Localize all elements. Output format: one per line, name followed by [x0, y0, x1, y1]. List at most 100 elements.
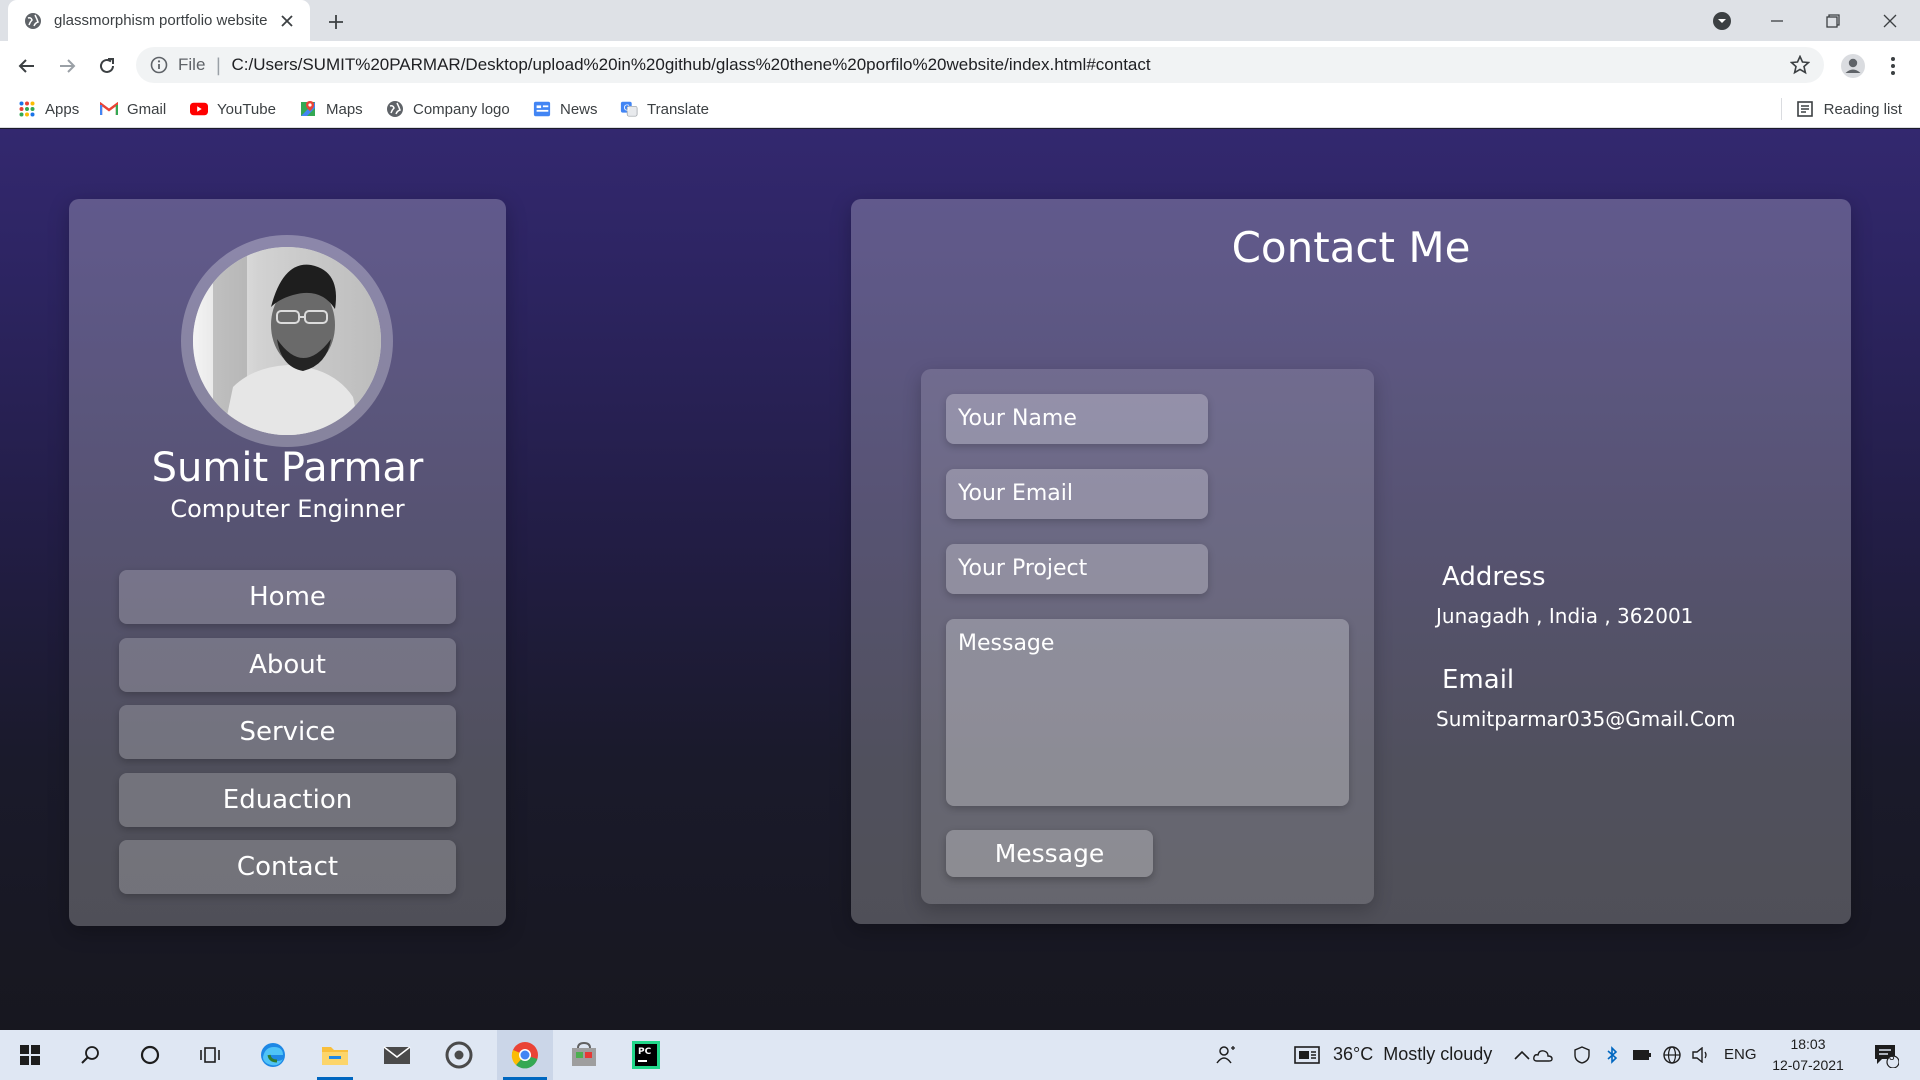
nav-about-button[interactable]: About	[119, 637, 456, 692]
cortana-icon[interactable]	[126, 1030, 174, 1080]
onedrive-icon[interactable]	[1528, 1030, 1558, 1080]
email-input[interactable]: Your Email	[946, 469, 1208, 519]
mail-icon[interactable]	[373, 1030, 421, 1080]
bookmarks-bar: Apps Gmail YouTube Maps Company logo New…	[0, 89, 1920, 128]
info-icon[interactable]	[150, 56, 168, 74]
url-scheme: File	[178, 55, 206, 74]
chrome-icon[interactable]	[497, 1030, 553, 1080]
bookmark-maps[interactable]: Maps	[299, 97, 363, 121]
pycharm-icon[interactable]: PC	[622, 1030, 670, 1080]
bookmark-youtube[interactable]: YouTube	[190, 97, 276, 121]
profile-card: Sumit Parmar Computer Enginner Home Abou…	[69, 199, 506, 926]
bookmark-label: News	[560, 100, 598, 118]
edge-icon[interactable]	[249, 1030, 297, 1080]
address-heading: Address	[1442, 562, 1546, 592]
svg-text:G: G	[624, 102, 630, 112]
globe-icon	[386, 100, 404, 118]
people-icon[interactable]	[1203, 1030, 1251, 1080]
globe-icon	[25, 12, 41, 29]
new-tab-button[interactable]	[322, 8, 350, 36]
notification-count: 3	[1889, 1052, 1895, 1063]
reading-list[interactable]: Reading list	[1780, 97, 1902, 121]
bookmark-apps[interactable]: Apps	[18, 97, 79, 121]
bookmark-label: Gmail	[127, 100, 167, 118]
apps-grid-icon	[18, 100, 36, 118]
close-window-icon[interactable]	[1860, 0, 1920, 41]
weather-icon[interactable]	[1283, 1030, 1331, 1080]
bookmark-label: Company logo	[413, 100, 510, 118]
bookmark-news[interactable]: News	[533, 97, 598, 121]
contact-card: Contact Me Your Name Your Email Your Pro…	[851, 199, 1851, 924]
avatar-ring	[181, 235, 393, 447]
message-textarea[interactable]: Message	[946, 619, 1349, 806]
maps-pin-icon	[299, 100, 317, 118]
profile-role: Computer Enginner	[170, 495, 405, 523]
project-input[interactable]: Your Project	[946, 544, 1208, 594]
translate-icon: G	[620, 100, 638, 118]
nav-education-button[interactable]: Eduaction	[119, 772, 456, 827]
reload-icon[interactable]	[91, 50, 123, 82]
svg-text:PC: PC	[638, 1047, 652, 1057]
bookmark-label: Maps	[326, 100, 363, 118]
language-indicator[interactable]: ENG	[1724, 1046, 1757, 1063]
network-globe-icon[interactable]	[1657, 1030, 1687, 1080]
bookmark-translate[interactable]: G Translate	[620, 97, 709, 121]
weather-text[interactable]: 36°C Mostly cloudy	[1333, 1044, 1492, 1065]
security-shield-icon[interactable]	[1567, 1030, 1597, 1080]
news-icon	[533, 100, 551, 118]
store-icon[interactable]	[560, 1030, 608, 1080]
portfolio-page: Sumit Parmar Computer Enginner Home Abou…	[0, 129, 1920, 1030]
media-app-icon[interactable]	[435, 1030, 483, 1080]
side-nav: Home About Service Eduaction Contact	[119, 570, 456, 908]
nav-service-button[interactable]: Service	[119, 705, 456, 759]
nav-contact-button[interactable]: Contact	[119, 840, 456, 894]
tab-title: glassmorphism portfolio website	[54, 12, 268, 29]
reading-list-label: Reading list	[1823, 100, 1902, 118]
nav-home-button[interactable]: Home	[119, 570, 456, 624]
bookmark-company-logo[interactable]: Company logo	[386, 97, 510, 121]
bookmark-label: YouTube	[217, 100, 276, 118]
address-value: Junagadh , India , 362001	[1436, 604, 1694, 628]
kebab-menu-icon[interactable]	[1877, 50, 1909, 82]
bookmarks-divider	[1780, 98, 1782, 120]
windows-taskbar: PC 36°C Mostly cloudy ENG 18:03 12-07-20…	[0, 1030, 1920, 1080]
avatar	[193, 247, 381, 435]
profile-icon[interactable]	[1837, 50, 1869, 82]
forward-arrow-icon[interactable]	[51, 50, 83, 82]
email-heading: Email	[1442, 665, 1515, 695]
name-input[interactable]: Your Name	[946, 394, 1208, 444]
contact-form: Your Name Your Email Your Project Messag…	[921, 369, 1374, 904]
close-tab-icon[interactable]	[276, 10, 298, 32]
tab-strip: glassmorphism portfolio website	[0, 0, 1920, 41]
bookmark-star-icon[interactable]	[1790, 55, 1810, 75]
email-value[interactable]: Sumitparmar035@Gmail.Com	[1436, 707, 1736, 731]
battery-icon[interactable]	[1627, 1030, 1657, 1080]
youtube-icon	[190, 100, 208, 118]
bluetooth-icon[interactable]	[1597, 1030, 1627, 1080]
browser-tab[interactable]: glassmorphism portfolio website	[8, 0, 310, 41]
bookmark-label: Translate	[647, 100, 709, 118]
minimize-icon[interactable]	[1747, 0, 1807, 41]
volume-icon[interactable]	[1687, 1030, 1717, 1080]
start-button[interactable]	[6, 1030, 54, 1080]
profile-name: Sumit Parmar	[151, 445, 424, 491]
clock-date[interactable]: 12-07-2021	[1768, 1057, 1848, 1073]
contact-title: Contact Me	[1231, 223, 1471, 272]
url-text[interactable]: C:/Users/SUMIT%20PARMAR/Desktop/upload%2…	[231, 55, 1150, 75]
url-separator: |	[215, 54, 222, 76]
address-bar[interactable]: File | C:/Users/SUMIT%20PARMAR/Desktop/u…	[136, 47, 1824, 83]
bookmark-gmail[interactable]: Gmail	[100, 97, 166, 121]
reading-list-icon	[1796, 101, 1813, 117]
send-message-button[interactable]: Message	[946, 830, 1153, 877]
restore-icon[interactable]	[1803, 0, 1863, 41]
notification-center-icon[interactable]: 3	[1862, 1030, 1910, 1080]
search-icon[interactable]	[66, 1030, 114, 1080]
tab-search-icon[interactable]	[1692, 0, 1752, 41]
bookmark-label: Apps	[45, 100, 80, 118]
file-explorer-icon[interactable]	[311, 1030, 359, 1080]
clock-time[interactable]: 18:03	[1768, 1036, 1848, 1052]
gmail-icon	[100, 100, 118, 118]
browser-toolbar: File | C:/Users/SUMIT%20PARMAR/Desktop/u…	[0, 41, 1920, 89]
task-view-icon[interactable]	[186, 1030, 234, 1080]
back-arrow-icon[interactable]	[11, 50, 43, 82]
